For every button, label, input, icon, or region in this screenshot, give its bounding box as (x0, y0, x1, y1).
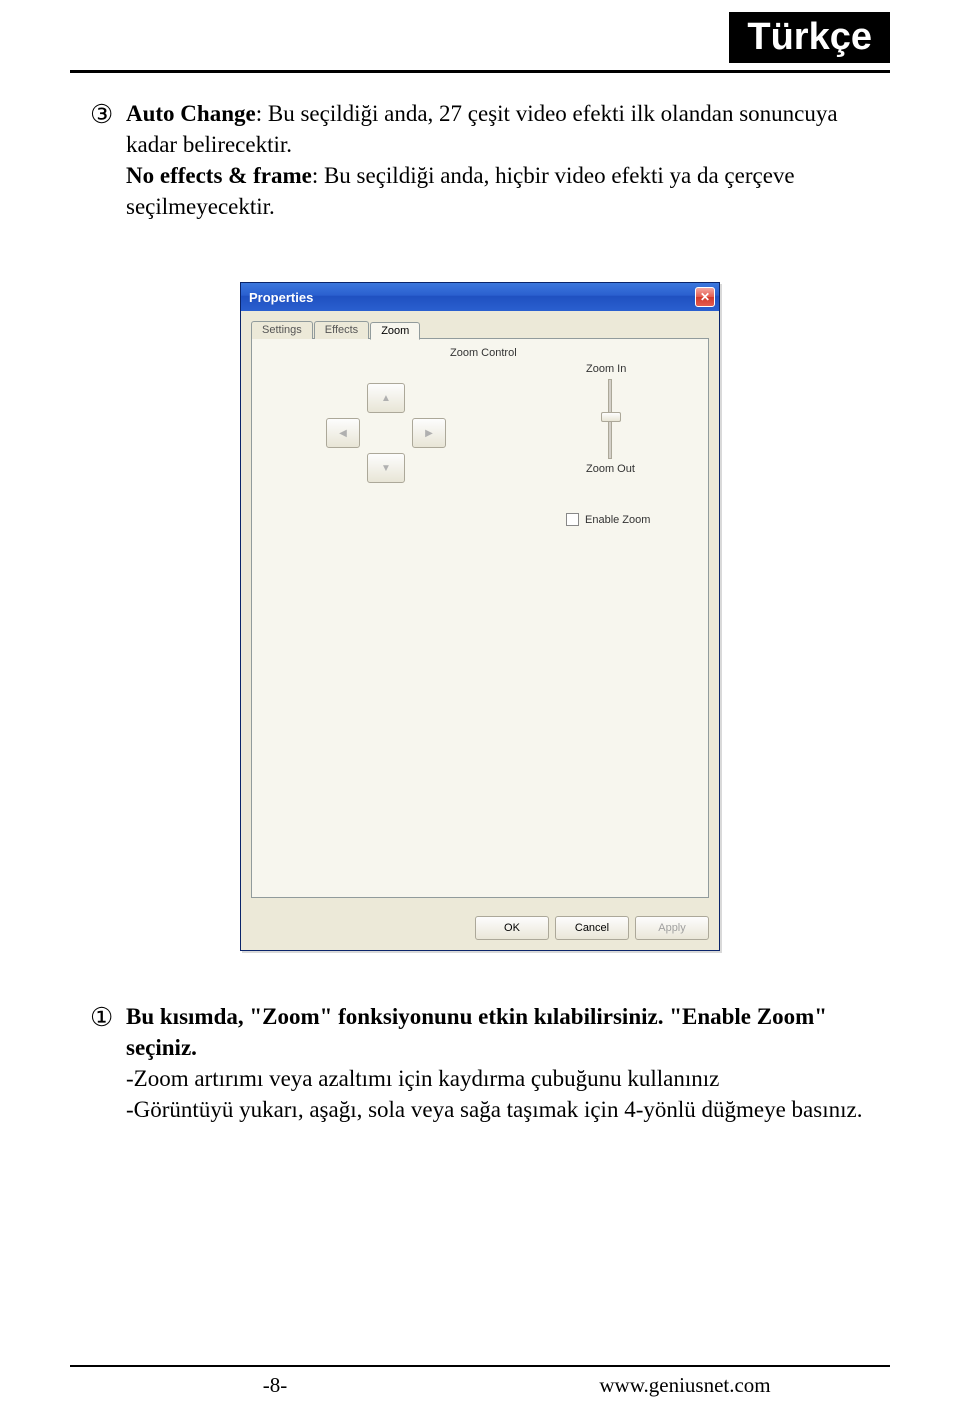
close-icon: ✕ (700, 290, 710, 304)
zoom-in-label: Zoom In (586, 363, 676, 375)
page-footer: -8- www.geniusnet.com (70, 1365, 890, 1398)
no-effects-term: No effects & frame (126, 163, 312, 188)
zoom-slider-thumb[interactable] (601, 412, 621, 422)
tab-strip: Settings Effects Zoom (251, 321, 709, 339)
list-item: ③ Auto Change: Bu seçildiği anda, 27 çeş… (90, 98, 870, 222)
pan-up-button[interactable]: ▲ (367, 383, 405, 413)
close-button[interactable]: ✕ (695, 287, 715, 307)
auto-change-term: Auto Change (126, 101, 256, 126)
apply-button[interactable]: Apply (635, 916, 709, 940)
tab-effects[interactable]: Effects (314, 321, 369, 339)
page-header: Türkçe (0, 0, 960, 78)
enable-zoom-checkbox[interactable] (566, 513, 579, 526)
footer-url: www.geniusnet.com (480, 1373, 890, 1398)
item-1-bold: Bu kısımda, "Zoom" fonksiyonunu etkin kı… (126, 1004, 827, 1060)
tab-zoom[interactable]: Zoom (370, 322, 420, 340)
dialog-button-row: OK Cancel Apply (241, 906, 719, 950)
zoom-control-group: Zoom Control ▲ ▼ ◀ ▶ Zoom In Zoom Out (266, 353, 694, 533)
item-1-text: Bu kısımda, "Zoom" fonksiyonunu etkin kı… (126, 1001, 870, 1125)
enable-zoom-row: Enable Zoom (566, 513, 650, 526)
zoom-out-label: Zoom Out (586, 463, 676, 475)
properties-dialog: Properties ✕ Settings Effects Zoom Zoom … (240, 282, 720, 951)
dialog-container: Properties ✕ Settings Effects Zoom Zoom … (0, 282, 960, 951)
zoom-slider: Zoom In Zoom Out (586, 363, 676, 479)
pan-right-button[interactable]: ▶ (412, 418, 446, 448)
zoom-panel: Zoom Control ▲ ▼ ◀ ▶ Zoom In Zoom Out (251, 338, 709, 898)
zoom-slider-track[interactable] (608, 379, 612, 459)
list-item: ① Bu kısımda, "Zoom" fonksiyonunu etkin … (90, 1001, 870, 1125)
dialog-titlebar[interactable]: Properties ✕ (241, 283, 719, 311)
pan-left-button[interactable]: ◀ (326, 418, 360, 448)
chevron-right-icon: ▶ (425, 428, 433, 439)
cancel-button[interactable]: Cancel (555, 916, 629, 940)
pan-down-button[interactable]: ▼ (367, 453, 405, 483)
chevron-up-icon: ▲ (381, 393, 391, 404)
list-marker-1: ① (90, 1001, 126, 1035)
chevron-down-icon: ▼ (381, 463, 391, 474)
zoom-control-label: Zoom Control (446, 347, 521, 359)
content-upper: ③ Auto Change: Bu seçildiği anda, 27 çeş… (0, 78, 960, 222)
list-marker-3: ③ (90, 98, 126, 132)
page-number: -8- (70, 1373, 480, 1398)
item-1-line2: -Zoom artırımı veya azaltımı için kaydır… (126, 1066, 719, 1091)
item-1-line3: -Görüntüyü yukarı, aşağı, sola veya sağa… (126, 1097, 862, 1122)
header-divider (70, 70, 890, 73)
enable-zoom-label: Enable Zoom (585, 514, 650, 526)
direction-pad: ▲ ▼ ◀ ▶ (326, 383, 446, 503)
dialog-title: Properties (249, 290, 313, 305)
dialog-body: Settings Effects Zoom Zoom Control ▲ ▼ ◀… (241, 311, 719, 906)
chevron-left-icon: ◀ (339, 428, 347, 439)
footer-divider (70, 1365, 890, 1367)
tab-settings[interactable]: Settings (251, 321, 313, 339)
ok-button[interactable]: OK (475, 916, 549, 940)
language-badge: Türkçe (729, 12, 890, 63)
content-lower: ① Bu kısımda, "Zoom" fonksiyonunu etkin … (0, 1001, 960, 1125)
item-3-text: Auto Change: Bu seçildiği anda, 27 çeşit… (126, 98, 870, 222)
